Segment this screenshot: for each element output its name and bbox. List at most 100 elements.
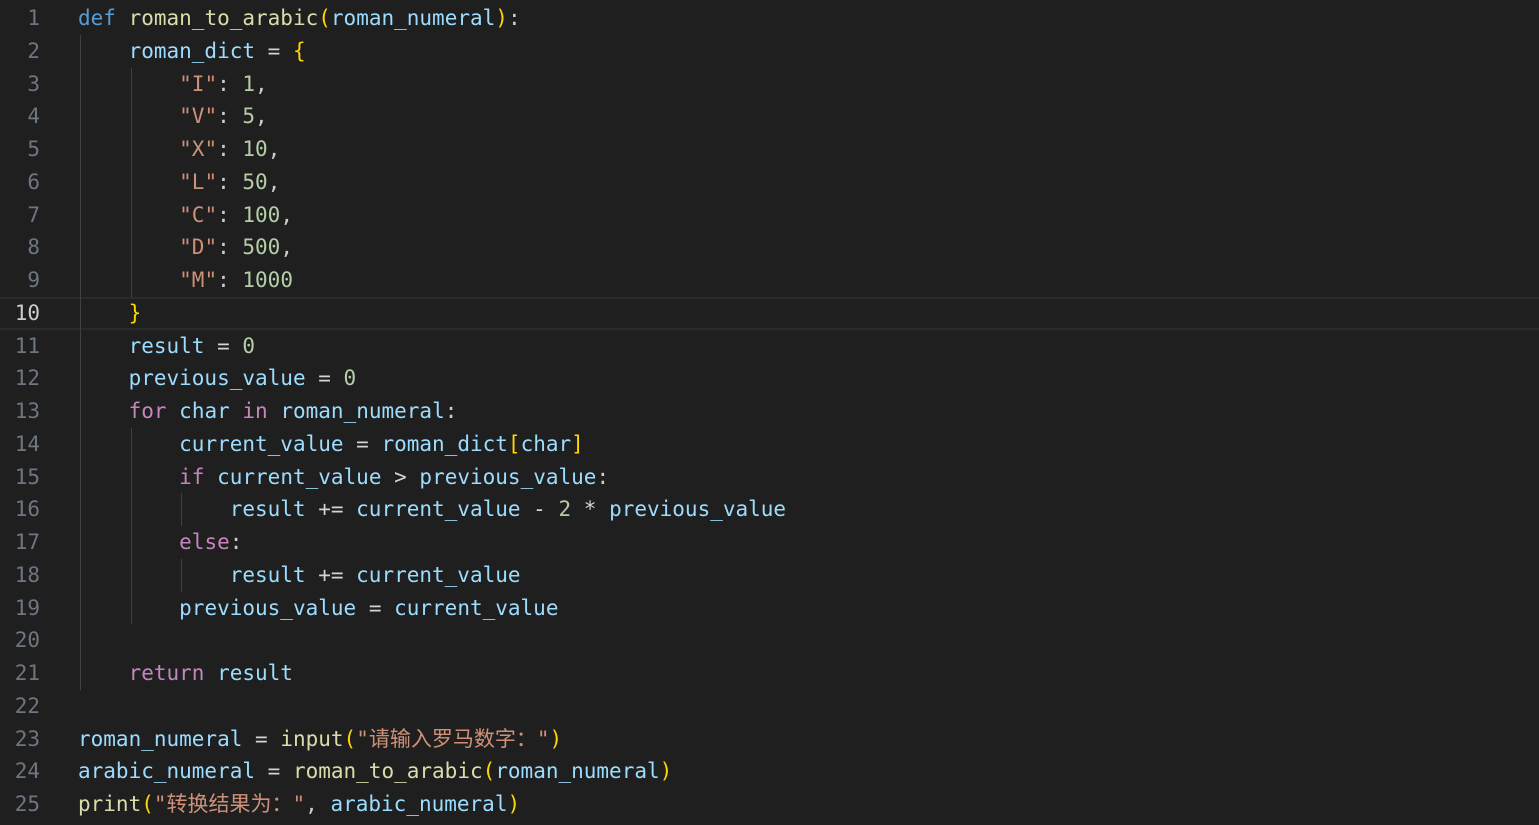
code-text[interactable]: "X": 10, (78, 133, 280, 166)
code-line[interactable]: 10 } (0, 297, 1539, 330)
code-text[interactable]: return result (78, 657, 293, 690)
code-text[interactable]: roman_dict = { (78, 35, 306, 68)
code-line[interactable]: 11 result = 0 (0, 330, 1539, 363)
code-token: roman_dict (381, 431, 508, 456)
code-token: = (255, 38, 293, 63)
line-number: 25 (14, 792, 40, 816)
code-text[interactable]: "C": 100, (78, 199, 293, 232)
code-token: previous_value (179, 595, 357, 620)
code-line[interactable]: 18 result += current_value (0, 559, 1539, 592)
code-line[interactable]: 12 previous_value = 0 (0, 362, 1539, 395)
code-token: ] (571, 431, 584, 456)
code-line[interactable]: 4 "V": 5, (0, 100, 1539, 133)
code-line[interactable]: 23 roman_numeral = input("请输入罗马数字：") (0, 723, 1539, 756)
code-line[interactable]: 2 roman_dict = { (0, 35, 1539, 68)
code-token: [ (507, 431, 521, 456)
code-text[interactable]: } (78, 297, 142, 330)
code-token: result (229, 497, 306, 522)
code-text[interactable]: "L": 50, (78, 166, 280, 199)
code-token: 1000 (242, 268, 293, 292)
code-token: print (78, 792, 142, 816)
code-line[interactable]: 25 print("转换结果为：", arabic_numeral) (0, 788, 1539, 821)
code-token: = (242, 726, 281, 751)
code-line[interactable]: 6 "L": 50, (0, 166, 1539, 199)
code-token: "C" (179, 202, 218, 227)
code-token: for (128, 399, 167, 423)
code-text[interactable]: for char in roman_numeral: (78, 395, 458, 428)
code-line[interactable]: 24 arabic_numeral = roman_to_arabic(roman… (0, 755, 1539, 788)
code-text[interactable]: if current_value > previous_value: (78, 461, 609, 494)
code-text[interactable]: previous_value = current_value (78, 592, 558, 625)
code-token: result (128, 333, 205, 358)
code-token: previous_value (419, 464, 597, 489)
code-token: = (305, 366, 344, 391)
code-text[interactable]: roman_numeral = input("请输入罗马数字：") (78, 723, 562, 756)
code-token: ( (343, 726, 357, 751)
code-text[interactable]: current_value = roman_dict[char] (78, 428, 584, 461)
code-line[interactable]: 7 "C": 100, (0, 199, 1539, 232)
code-line[interactable]: 9 "M": 1000 (0, 264, 1539, 297)
code-text[interactable]: def roman_to_arabic(roman_numeral): (78, 2, 521, 35)
code-line[interactable]: 5 "X": 10, (0, 133, 1539, 166)
code-line[interactable]: 15 if current_value > previous_value: (0, 461, 1539, 494)
code-text[interactable]: result += current_value (78, 559, 521, 592)
line-number: 19 (14, 595, 40, 620)
indent-guide (130, 67, 132, 297)
code-text[interactable]: result += current_value - 2 * previous_v… (78, 493, 786, 526)
code-token: "X" (179, 137, 218, 161)
code-token: : (217, 235, 243, 260)
code-token: current_value (394, 595, 559, 620)
code-line[interactable]: 16 result += current_value - 2 * previou… (0, 493, 1539, 526)
code-text[interactable]: print("转换结果为：", arabic_numeral) (78, 788, 520, 821)
code-line[interactable]: 20 (0, 624, 1539, 657)
line-number: 2 (27, 38, 40, 63)
code-token: "请输入罗马数字：" (356, 726, 550, 751)
code-token: roman_numeral (330, 6, 496, 30)
code-token: roman_numeral (280, 399, 445, 423)
code-editor[interactable]: 1 def roman_to_arabic(roman_numeral): 2 ro… (0, 0, 1539, 825)
code-text[interactable]: "V": 5, (78, 100, 268, 133)
code-line[interactable]: 3 "I": 1, (0, 68, 1539, 101)
code-token: : (217, 268, 243, 292)
code-token: "M" (179, 268, 218, 292)
code-line[interactable]: 13 for char in roman_numeral: (0, 395, 1539, 428)
code-token: result (229, 562, 306, 587)
code-token: 10 (242, 137, 268, 161)
code-text[interactable]: else: (78, 526, 242, 559)
code-line[interactable]: 17 else: (0, 526, 1539, 559)
code-text[interactable]: "I": 1, (78, 68, 268, 101)
code-token: - (520, 497, 559, 522)
code-line[interactable]: 1 def roman_to_arabic(roman_numeral): (0, 2, 1539, 35)
code-line[interactable]: 19 previous_value = current_value (0, 592, 1539, 625)
code-token: current_value (217, 464, 382, 489)
code-token: = (343, 431, 382, 456)
code-token: 0 (242, 333, 256, 358)
code-token: roman_numeral (495, 759, 660, 784)
code-token: current_value (356, 497, 521, 522)
code-token: current_value (356, 562, 521, 587)
code-line[interactable]: 22 (0, 690, 1539, 723)
code-line[interactable]: 14 current_value = roman_dict[char] (0, 428, 1539, 461)
code-token: : (217, 71, 243, 96)
code-text[interactable]: "D": 500, (78, 231, 293, 264)
code-text[interactable]: arabic_numeral = roman_to_arabic(roman_n… (78, 755, 672, 788)
code-token: : (229, 530, 243, 554)
code-text[interactable]: result = 0 (78, 330, 255, 363)
code-token: : (444, 399, 458, 423)
code-text[interactable]: "M": 1000 (78, 264, 293, 297)
line-number: 4 (27, 104, 40, 129)
code-line[interactable]: 21 return result (0, 657, 1539, 690)
code-text[interactable]: previous_value = 0 (78, 362, 357, 395)
code-line[interactable]: 8 "D": 500, (0, 231, 1539, 264)
